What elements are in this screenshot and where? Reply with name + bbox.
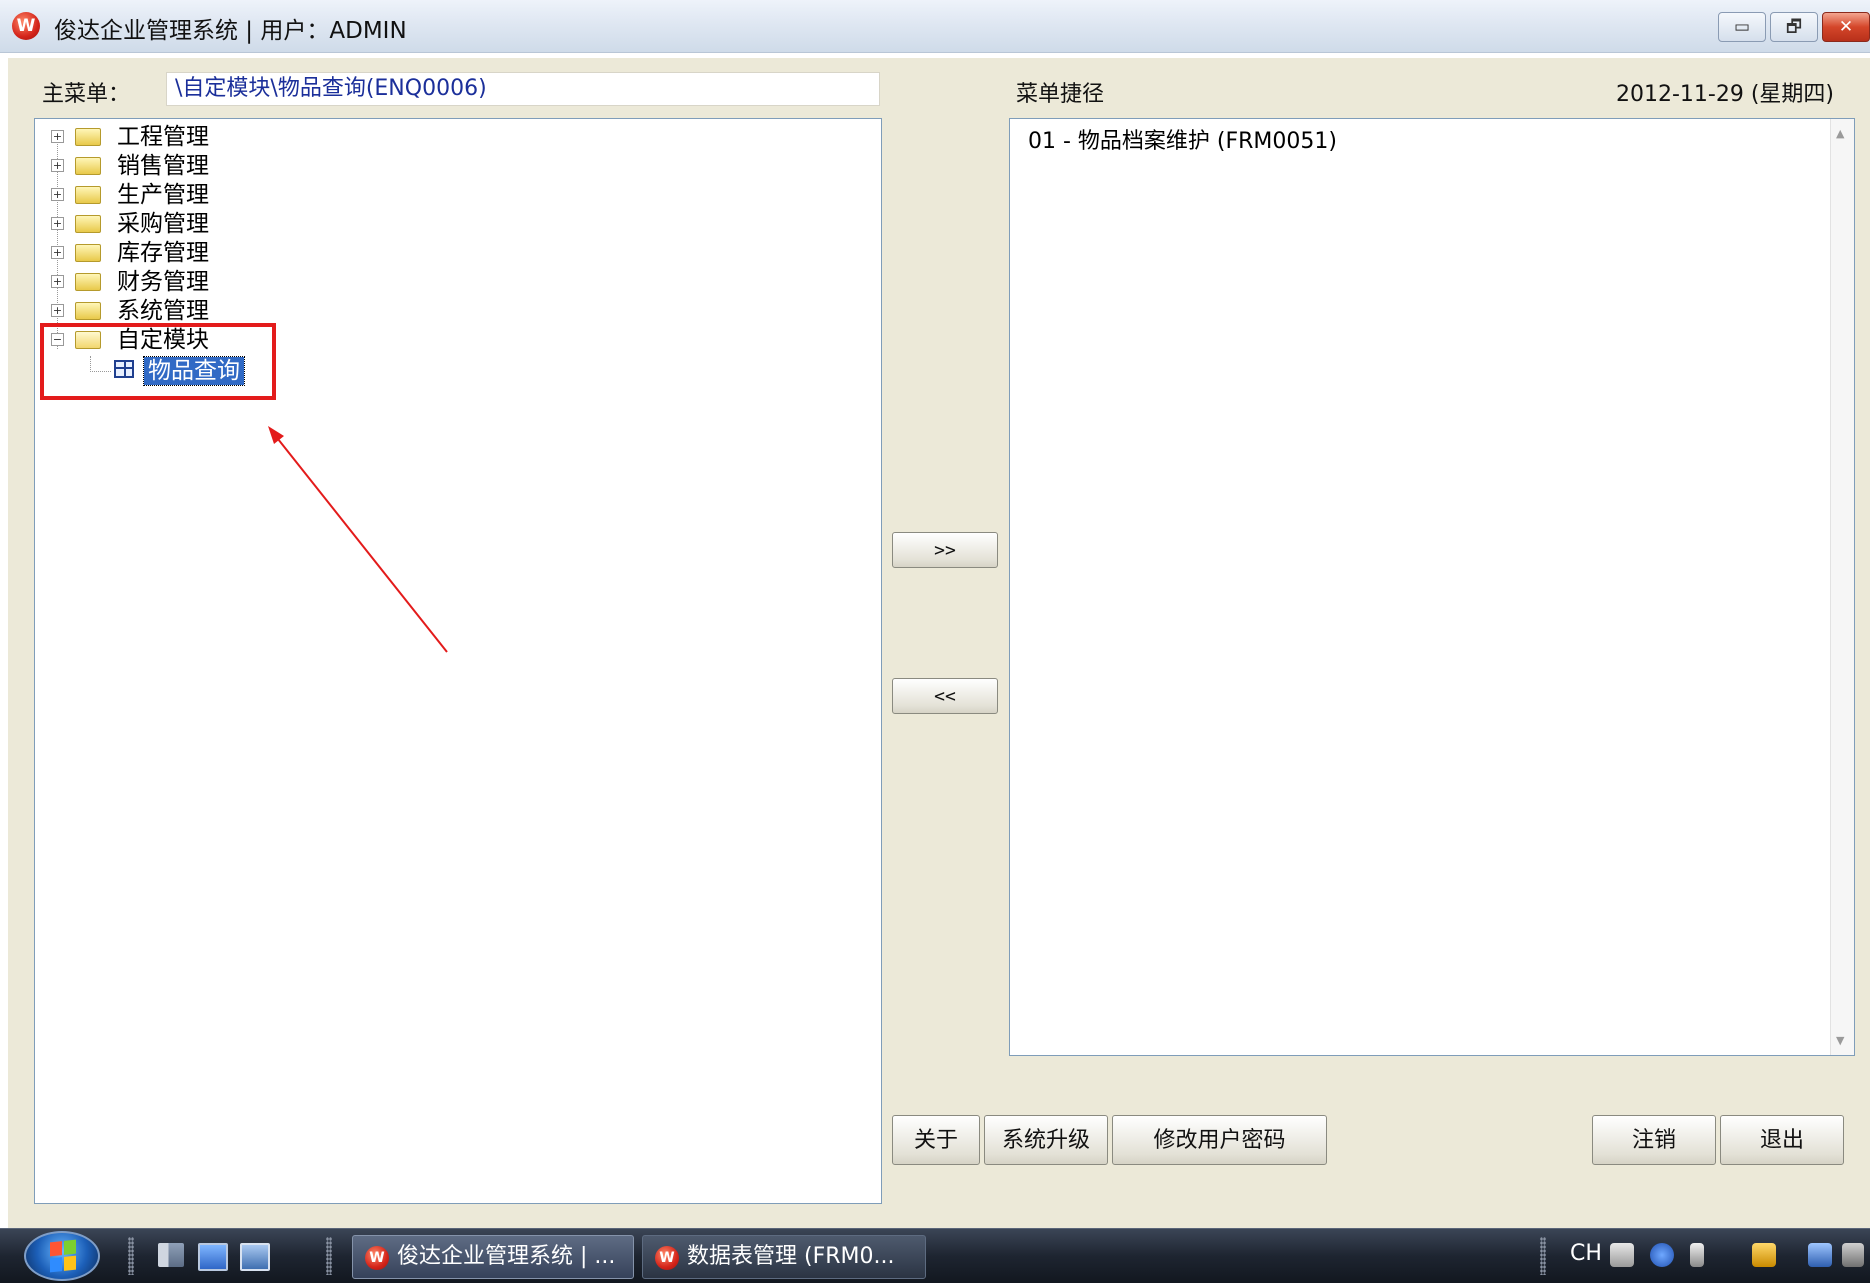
shortcut-list-item[interactable]: 01 - 物品档案维护 (FRM0051) [1028,123,1337,155]
close-button[interactable]: ✕ [1822,12,1870,42]
shortcut-panel-label: 菜单捷径 [1016,82,1105,107]
about-button[interactable]: 关于 [892,1115,980,1165]
switch-windows-icon[interactable] [240,1243,270,1271]
help-icon[interactable] [1650,1243,1674,1267]
taskbar-item-label: 俊达企业管理系统 | ... [397,1244,616,1269]
annotation-highlight-box [40,323,276,400]
system-upgrade-button[interactable]: 系统升级 [984,1115,1108,1165]
security-shield-icon[interactable] [1752,1243,1776,1267]
volume-muted-icon[interactable] [1842,1243,1864,1267]
app-logo-icon: W [365,1246,389,1270]
taskbar-item-label: 数据表管理 (FRM0... [687,1244,895,1269]
show-desktop-icon[interactable] [198,1243,228,1271]
shortcut-list[interactable]: 01 - 物品档案维护 (FRM0051) ▲ ▼ [1009,118,1855,1056]
taskbar-grip[interactable] [1540,1237,1546,1275]
taskbar-item-table-manager[interactable]: W 数据表管理 (FRM0... [642,1235,926,1279]
annotation-arrow [268,426,448,653]
remove-shortcut-button[interactable]: << [892,678,998,714]
change-password-button[interactable]: 修改用户密码 [1112,1115,1327,1165]
app-logo-icon: W [655,1246,679,1270]
network-icon[interactable] [1808,1243,1832,1267]
logout-button[interactable]: 注销 [1592,1115,1716,1165]
date-display: 2012-11-29 (星期四) [1616,82,1835,107]
options-icon[interactable] [1690,1243,1704,1267]
start-button[interactable] [24,1231,100,1281]
quick-launch-explorer-icon[interactable] [158,1243,184,1267]
add-shortcut-button[interactable]: >> [892,532,998,568]
restore-button[interactable]: 🗗 [1770,12,1818,42]
vertical-scrollbar[interactable]: ▲ ▼ [1830,119,1854,1055]
scroll-up-arrow-icon[interactable]: ▲ [1836,127,1844,140]
scroll-down-arrow-icon[interactable]: ▼ [1836,1034,1844,1047]
taskbar: W 俊达企业管理系统 | ... W 数据表管理 (FRM0... CH [0,1228,1870,1283]
windows-logo-icon [50,1239,76,1273]
taskbar-grip[interactable] [128,1237,134,1275]
exit-button[interactable]: 退出 [1720,1115,1844,1165]
language-indicator[interactable]: CH [1570,1241,1602,1266]
minimize-button[interactable]: ▭ [1718,12,1766,42]
taskbar-item-main-app[interactable]: W 俊达企业管理系统 | ... [352,1235,634,1279]
keyboard-icon[interactable] [1610,1243,1634,1267]
taskbar-grip[interactable] [326,1237,332,1275]
